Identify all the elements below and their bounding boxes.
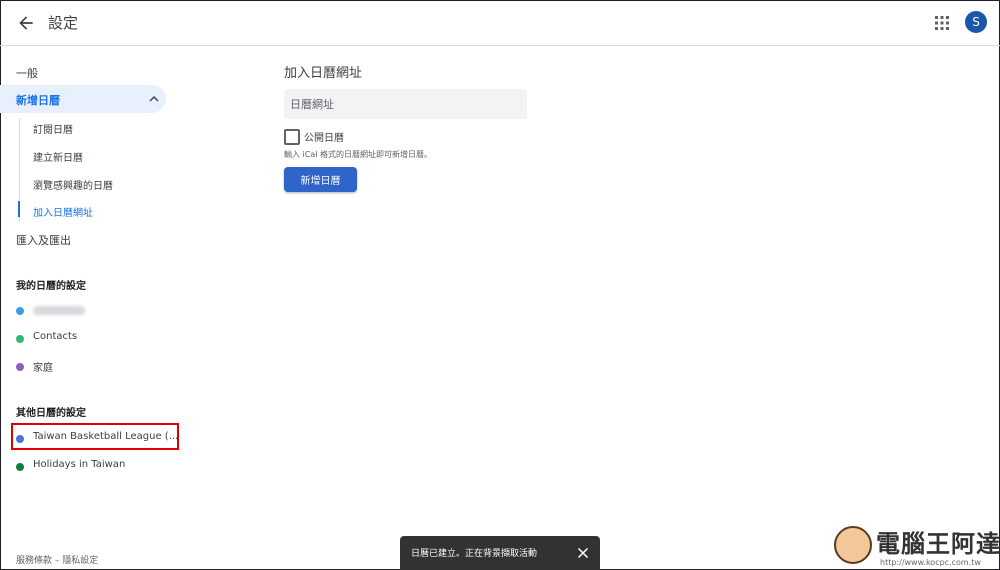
chevron-up-icon[interactable] <box>149 94 159 104</box>
my-calendars-heading: 我的日曆的設定 <box>16 281 86 292</box>
top-bar: 設定 S <box>0 0 1000 46</box>
public-calendar-checkbox[interactable] <box>284 129 300 145</box>
sidebar-subitem-browse[interactable]: 瀏覽感興趣的日曆 <box>33 177 113 192</box>
calendar-label: Contacts <box>33 331 78 342</box>
sidebar-item-label: 新增日曆 <box>16 94 60 107</box>
public-calendar-label[interactable]: 公開日曆 <box>304 129 344 144</box>
calendar-color-dot <box>16 307 24 315</box>
calendar-color-dot <box>16 463 24 471</box>
sidebar-item-add-calendar[interactable]: 新增日曆 <box>0 85 166 113</box>
calendar-label: Holidays in Taiwan <box>33 459 126 470</box>
apps-grid-icon[interactable] <box>934 15 950 31</box>
other-calendars-heading: 其他日曆的設定 <box>16 408 86 419</box>
mascot-face-icon <box>834 526 872 564</box>
back-arrow-icon[interactable] <box>16 13 36 33</box>
sidebar-item-general[interactable]: 一般 <box>16 65 38 81</box>
sidebar-subitem-create[interactable]: 建立新日曆 <box>33 149 83 164</box>
close-icon[interactable] <box>577 547 589 559</box>
add-calendar-button[interactable]: 新增日曆 <box>284 167 357 192</box>
snackbar-message: 日曆已建立。正在背景擷取活動 <box>411 549 538 559</box>
watermark-text: 電腦王阿達 <box>876 530 1000 558</box>
calendar-url-input[interactable] <box>284 89 527 119</box>
watermark-logo: 電腦王阿達 http://www.kocpc.com.tw <box>830 522 1000 570</box>
blurred-calendar-name <box>33 306 85 315</box>
sidebar-subitem-from-url[interactable]: 加入日曆網址 <box>33 204 93 219</box>
watermark-url: http://www.kocpc.com.tw <box>880 558 981 567</box>
calendar-color-dot <box>16 335 24 343</box>
footer-links[interactable]: 服務條款 – 隱私設定 <box>16 553 98 566</box>
sidebar-item-import-export[interactable]: 匯入及匯出 <box>16 232 71 248</box>
account-avatar[interactable]: S <box>965 11 987 33</box>
helper-text: 輸入 iCal 格式的日曆網址即可新增日曆。 <box>284 150 433 159</box>
sidebar-subitem-subscribe[interactable]: 訂閱日曆 <box>33 121 73 136</box>
snackbar: 日曆已建立。正在背景擷取活動 <box>400 536 600 570</box>
annotation-highlight-box <box>11 423 179 450</box>
submenu-active-indicator <box>18 201 20 217</box>
calendar-label: 家庭 <box>33 363 53 374</box>
calendar-color-dot <box>16 363 24 371</box>
section-title: 加入日曆網址 <box>284 66 363 81</box>
page-title: 設定 <box>48 14 79 32</box>
